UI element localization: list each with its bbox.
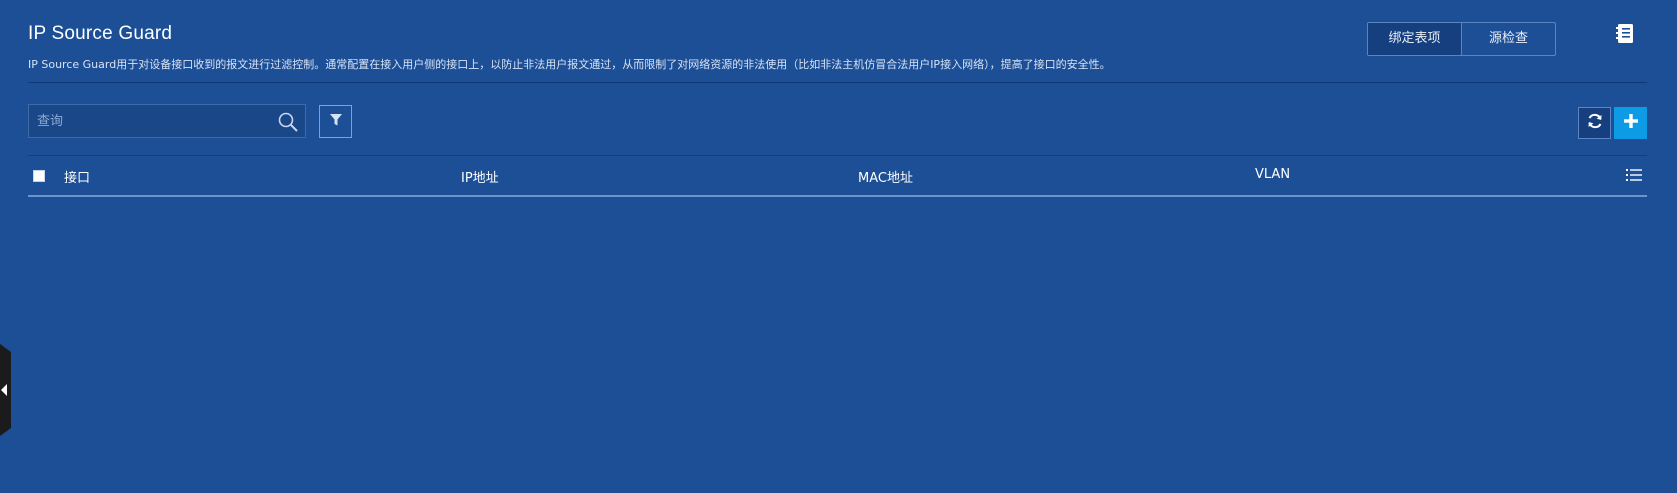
column-header-interface[interactable]: 接口: [64, 167, 90, 186]
tab-binding-table[interactable]: 绑定表项: [1368, 23, 1461, 55]
search-icon[interactable]: [277, 111, 299, 133]
add-button[interactable]: [1614, 107, 1647, 139]
tab-source-check[interactable]: 源检查: [1461, 23, 1555, 55]
plus-icon: [1623, 113, 1639, 133]
header-divider: [28, 82, 1647, 83]
table-header: 接口 IP地址 MAC地址 VLAN: [28, 160, 1647, 194]
select-all-checkbox[interactable]: [33, 170, 45, 182]
column-header-ip-address[interactable]: IP地址: [461, 167, 499, 186]
column-header-vlan[interactable]: VLAN: [1255, 167, 1290, 182]
refresh-button[interactable]: [1578, 107, 1611, 139]
filter-icon: [329, 112, 343, 131]
list-icon[interactable]: [1626, 167, 1642, 181]
tab-group: 绑定表项 源检查: [1367, 22, 1556, 56]
filter-button[interactable]: [319, 105, 352, 138]
sidebar-collapse-handle[interactable]: [0, 344, 11, 436]
page-description: IP Source Guard用于对设备接口收到的报文进行过滤控制。通常配置在接…: [28, 58, 1111, 71]
search-box: [28, 104, 306, 138]
toolbar-divider: [28, 155, 1647, 156]
page-title: IP Source Guard: [28, 23, 173, 44]
search-input[interactable]: [29, 105, 269, 137]
notebook-icon[interactable]: [1615, 23, 1635, 45]
table-header-underline: [28, 195, 1647, 197]
page: IP Source Guard IP Source Guard用于对设备接口收到…: [0, 0, 1677, 493]
refresh-icon: [1586, 112, 1604, 134]
column-header-mac-address[interactable]: MAC地址: [858, 167, 913, 186]
